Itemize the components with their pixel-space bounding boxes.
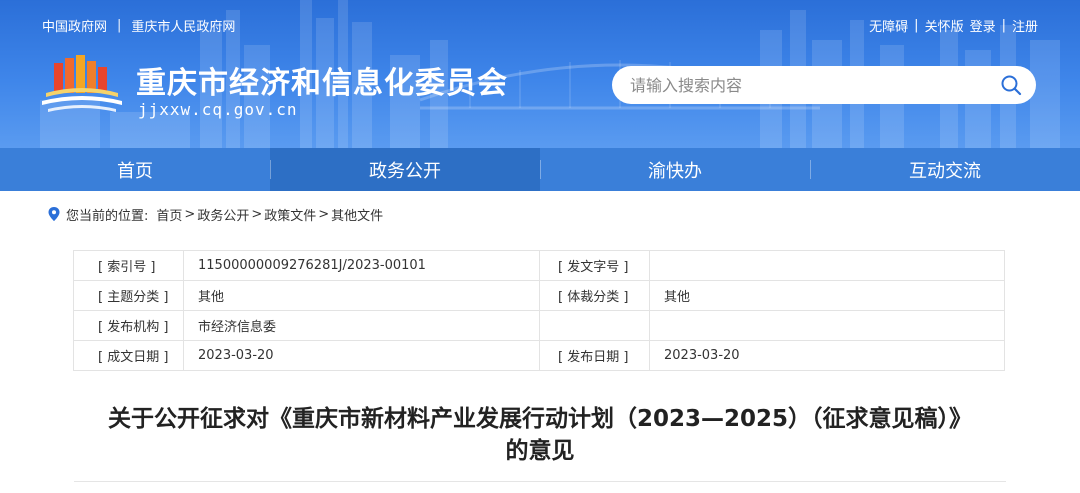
meta-value-empty	[649, 310, 1005, 341]
meta-key-index-no: [ 索引号 ]	[73, 250, 184, 281]
meta-value-written-date: 2023-03-20	[183, 340, 540, 371]
search-icon[interactable]	[1000, 74, 1022, 96]
meta-value-publisher: 市经济信息委	[183, 310, 540, 341]
table-row: [ 成文日期 ] 2023-03-20 [ 发布日期 ] 2023-03-20	[73, 340, 1005, 371]
separator: |	[914, 18, 919, 33]
breadcrumb-policy-docs[interactable]: 政策文件	[264, 205, 316, 224]
meta-value-doc-no	[649, 250, 1005, 281]
meta-key-genre: [ 体裁分类 ]	[539, 280, 650, 311]
meta-key-written-date: [ 成文日期 ]	[73, 340, 184, 371]
breadcrumb: 您当前的位置: 首页 > 政务公开 > 政策文件 > 其他文件	[0, 191, 1080, 237]
link-accessibility[interactable]: 无障碍	[869, 16, 908, 35]
meta-value-index-no: 11500000009276281J/2023-00101	[183, 250, 540, 281]
meta-key-empty	[539, 310, 650, 341]
site-domain: jjxxw.cq.gov.cn	[138, 100, 298, 119]
meta-key-topic: [ 主题分类 ]	[73, 280, 184, 311]
table-row: [ 索引号 ] 11500000009276281J/2023-00101 [ …	[73, 250, 1005, 281]
table-row: [ 主题分类 ] 其他 [ 体裁分类 ] 其他	[73, 280, 1005, 311]
link-gov-portal[interactable]: 中国政府网	[42, 16, 107, 35]
article-title: 关于公开征求对《重庆市新材料产业发展行动计划（2023—2025）（征求意见稿）…	[60, 403, 1020, 467]
article-title-line1: 关于公开征求对《重庆市新材料产业发展行动计划（2023—2025）（征求意见稿）…	[107, 406, 973, 432]
site-logo[interactable]	[40, 55, 124, 117]
link-register[interactable]: 注册	[1012, 16, 1038, 35]
search-box	[612, 66, 1036, 104]
breadcrumb-separator: >	[251, 206, 263, 222]
separator: |	[117, 18, 122, 33]
main-nav: 首页 政务公开 渝快办 互动交流	[0, 148, 1080, 191]
site-title: 重庆市经济和信息化委员会	[136, 66, 508, 101]
search-input[interactable]	[630, 75, 1000, 95]
nav-item-interaction[interactable]: 互动交流	[810, 148, 1080, 191]
meta-key-publisher: [ 发布机构 ]	[73, 310, 184, 341]
nav-item-home[interactable]: 首页	[0, 148, 270, 191]
link-login[interactable]: 登录	[970, 16, 996, 35]
article-title-line2: 的意见	[505, 438, 575, 464]
meta-value-topic: 其他	[183, 280, 540, 311]
user-links: 无障碍 | 关怀版 登录 | 注册	[869, 16, 1038, 35]
document-meta-table: [ 索引号 ] 11500000009276281J/2023-00101 [ …	[73, 250, 1005, 371]
breadcrumb-label: 您当前的位置:	[66, 208, 149, 224]
meta-key-publish-date: [ 发布日期 ]	[539, 340, 650, 371]
breadcrumb-other-docs[interactable]: 其他文件	[331, 205, 383, 224]
meta-value-genre: 其他	[649, 280, 1005, 311]
meta-key-doc-no: [ 发文字号 ]	[539, 250, 650, 281]
breadcrumb-home[interactable]: 首页	[156, 205, 182, 224]
breadcrumb-gov-affairs[interactable]: 政务公开	[197, 205, 249, 224]
site-header: 中国政府网 | 重庆市人民政府网 无障碍 | 关怀版 登录 | 注册 重庆市经济…	[0, 0, 1080, 148]
link-city-gov[interactable]: 重庆市人民政府网	[131, 16, 235, 35]
breadcrumb-separator: >	[318, 206, 330, 222]
divider	[74, 481, 1006, 482]
breadcrumb-separator: >	[184, 206, 196, 222]
meta-value-publish-date: 2023-03-20	[649, 340, 1005, 371]
nav-item-yukuaiban[interactable]: 渝快办	[540, 148, 810, 191]
link-elder-mode[interactable]: 关怀版	[925, 16, 964, 35]
table-row: [ 发布机构 ] 市经济信息委	[73, 310, 1005, 341]
nav-item-gov-affairs[interactable]: 政务公开	[270, 148, 540, 191]
location-pin-icon	[48, 207, 60, 221]
separator: |	[1001, 18, 1006, 33]
top-links: 中国政府网 | 重庆市人民政府网	[42, 16, 235, 35]
